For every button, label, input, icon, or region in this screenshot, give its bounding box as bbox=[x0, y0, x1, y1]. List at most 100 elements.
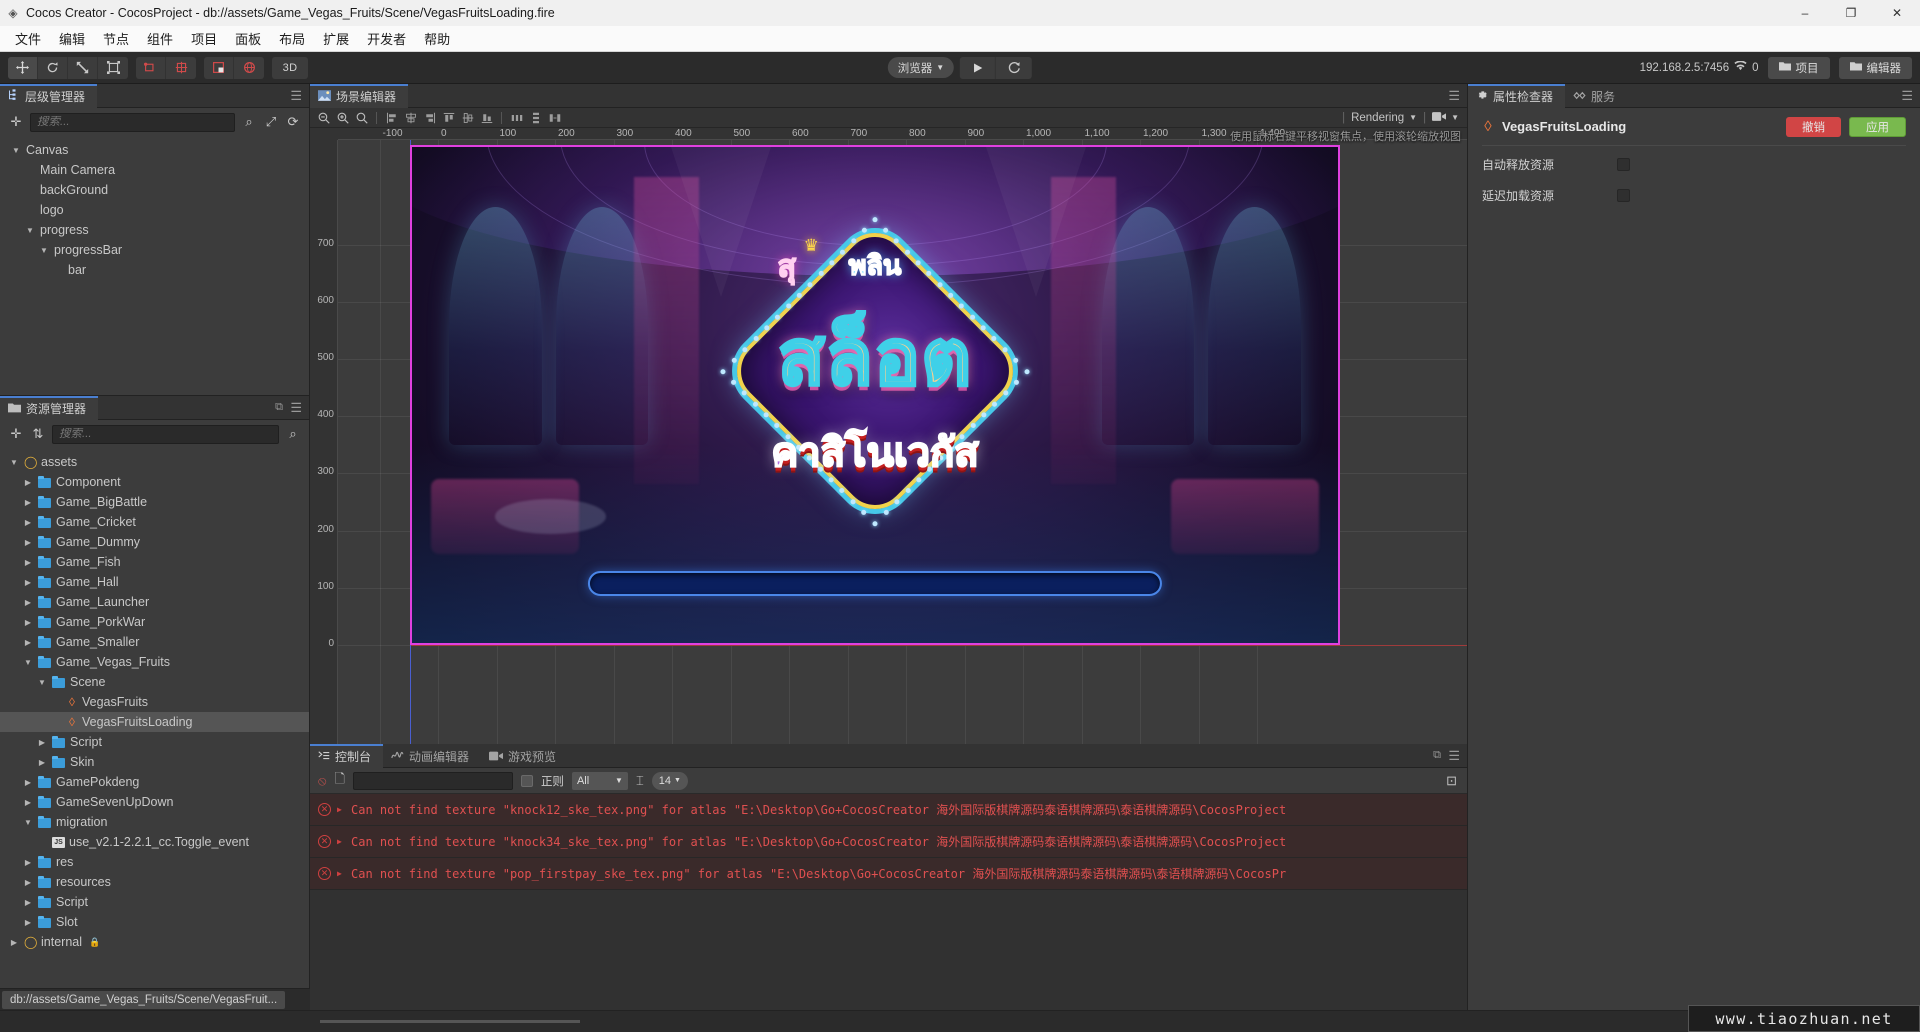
zoom-in-icon[interactable] bbox=[333, 109, 352, 127]
asset-item-skin[interactable]: ▶ Skin bbox=[0, 752, 309, 772]
chevron-right-icon[interactable]: ▶ bbox=[22, 498, 34, 507]
chevron-right-icon[interactable]: ▶ bbox=[22, 618, 34, 627]
hierarchy-menu-icon[interactable]: ☰ bbox=[290, 89, 302, 102]
font-size-icon[interactable]: ⌶ bbox=[636, 773, 644, 789]
scene-menu-icon[interactable]: ☰ bbox=[1448, 89, 1460, 102]
assets-copy-icon[interactable]: ⧉ bbox=[275, 401, 283, 414]
menu-node[interactable]: 节点 bbox=[94, 26, 138, 51]
tab-console[interactable]: 控制台 bbox=[310, 743, 384, 768]
menu-project[interactable]: 项目 bbox=[182, 26, 226, 51]
refresh-icon[interactable]: ⟳ bbox=[285, 114, 301, 130]
chevron-down-icon[interactable]: ▼ bbox=[10, 146, 22, 155]
tab-assets[interactable]: 资源管理器 bbox=[0, 395, 99, 420]
sort-icon[interactable]: ⇅ bbox=[30, 426, 46, 442]
chevron-down-icon[interactable]: ▼ bbox=[22, 818, 34, 827]
hierarchy-node-progressbar[interactable]: ▼ progressBar bbox=[0, 240, 309, 260]
chevron-right-icon[interactable]: ▶ bbox=[22, 598, 34, 607]
chevron-right-icon[interactable]: ▶ bbox=[22, 898, 34, 907]
font-size-select[interactable]: 14 ▼ bbox=[651, 771, 688, 790]
menu-developer[interactable]: 开发者 bbox=[358, 26, 415, 51]
asset-item-game-bigbattle[interactable]: ▶ Game_BigBattle bbox=[0, 492, 309, 512]
asset-item-assets[interactable]: ▼ ◯ assets bbox=[0, 452, 309, 472]
asset-item-script[interactable]: ▶ Script bbox=[0, 892, 309, 912]
tab-scene-editor[interactable]: 场景编辑器 bbox=[310, 83, 409, 108]
inspector-menu-icon[interactable]: ☰ bbox=[1901, 89, 1913, 102]
rendering-dropdown[interactable]: Rendering ▼ bbox=[1351, 112, 1417, 124]
chevron-down-icon[interactable]: ▼ bbox=[38, 246, 50, 255]
scale-tool-icon[interactable] bbox=[68, 56, 98, 79]
console-menu-icon[interactable]: ☰ bbox=[1448, 749, 1460, 762]
distribute-v-icon[interactable] bbox=[526, 109, 545, 127]
regex-checkbox[interactable] bbox=[520, 774, 533, 787]
chevron-right-icon[interactable]: ▶ bbox=[337, 837, 345, 846]
asset-item-gamepokdeng[interactable]: ▶ GamePokdeng bbox=[0, 772, 309, 792]
rotate-tool-icon[interactable] bbox=[38, 56, 68, 79]
asset-item-game-cricket[interactable]: ▶ Game_Cricket bbox=[0, 512, 309, 532]
menu-edit[interactable]: 编辑 bbox=[50, 26, 94, 51]
chevron-down-icon[interactable]: ▼ bbox=[36, 678, 48, 687]
3d-toggle-button[interactable]: 3D bbox=[272, 57, 308, 79]
asset-item-use-v2-1-2-2-1-cc-toggle-event[interactable]: ▶JSuse_v2.1-2.2.1_cc.Toggle_event bbox=[0, 832, 309, 852]
tab-hierarchy[interactable]: 层级管理器 bbox=[0, 83, 98, 108]
menu-help[interactable]: 帮助 bbox=[415, 26, 459, 51]
collapse-icon[interactable]: ⊡ bbox=[1446, 773, 1457, 789]
asset-item-resources[interactable]: ▶ resources bbox=[0, 872, 309, 892]
preview-target-dropdown[interactable]: 浏览器 ▼ bbox=[887, 57, 955, 78]
menu-panel[interactable]: 面板 bbox=[226, 26, 270, 51]
align-right-icon[interactable] bbox=[420, 109, 439, 127]
console-filter-input[interactable] bbox=[352, 771, 513, 790]
revert-button[interactable]: 撤销 bbox=[1786, 116, 1841, 137]
copy-icon[interactable]: 🗋 bbox=[334, 770, 344, 792]
asset-item-slot[interactable]: ▶ Slot bbox=[0, 912, 309, 932]
asset-item-res[interactable]: ▶ res bbox=[0, 852, 309, 872]
scene-canvas[interactable]: ♛ สุ พลิน สล็อต คาสิโนเวกัส bbox=[410, 145, 1340, 645]
close-button[interactable]: ✕ bbox=[1874, 0, 1920, 26]
chevron-down-icon[interactable]: ▼ bbox=[22, 658, 34, 667]
add-node-button[interactable]: ✛ bbox=[8, 114, 24, 130]
editor-settings-button[interactable]: 编辑器 bbox=[1838, 56, 1912, 79]
asset-item-internal[interactable]: ▶ ◯ internal 🔒 bbox=[0, 932, 309, 952]
chevron-right-icon[interactable]: ▶ bbox=[36, 738, 48, 747]
asset-item-migration[interactable]: ▼ migration bbox=[0, 812, 309, 832]
assets-menu-icon[interactable]: ☰ bbox=[290, 401, 302, 414]
align-top-icon[interactable] bbox=[439, 109, 458, 127]
hierarchy-search-box[interactable] bbox=[30, 112, 235, 132]
chevron-right-icon[interactable]: ▶ bbox=[22, 858, 34, 867]
global-coord-tool-icon[interactable] bbox=[234, 57, 264, 79]
chevron-right-icon[interactable]: ▶ bbox=[337, 805, 345, 814]
console-copy-icon[interactable]: ⧉ bbox=[1433, 749, 1441, 762]
chevron-right-icon[interactable]: ▶ bbox=[22, 538, 34, 547]
chevron-right-icon[interactable]: ▶ bbox=[22, 638, 34, 647]
tab-inspector[interactable]: 属性检查器 bbox=[1468, 83, 1566, 108]
property-checkbox[interactable] bbox=[1617, 188, 1630, 202]
asset-item-component[interactable]: ▶ Component bbox=[0, 472, 309, 492]
clear-icon[interactable]: ⦸ bbox=[318, 773, 326, 789]
tab-services[interactable]: 服务 bbox=[1565, 84, 1627, 108]
distribute-h-icon[interactable] bbox=[507, 109, 526, 127]
refresh-icon[interactable] bbox=[996, 57, 1032, 79]
console-message-row[interactable]: ✕ ▶ Can not find texture "knock34_ske_tex.… bbox=[310, 826, 1467, 858]
chevron-right-icon[interactable]: ▶ bbox=[22, 478, 34, 487]
tab-animation-editor[interactable]: 动画编辑器 bbox=[383, 744, 481, 768]
pivot-center-tool-icon[interactable] bbox=[166, 57, 196, 79]
assets-search-input[interactable] bbox=[59, 428, 272, 440]
chevron-down-icon[interactable]: ▼ bbox=[24, 226, 36, 235]
menu-layout[interactable]: 布局 bbox=[270, 26, 314, 51]
chevron-right-icon[interactable]: ▶ bbox=[22, 518, 34, 527]
hierarchy-node-bar[interactable]: ▶bar bbox=[0, 260, 309, 280]
scene-viewport[interactable]: 700 600 500 400 300 200 100 0 -100 0 100 200 300 400… bbox=[310, 128, 1467, 744]
expand-icon[interactable]: ⤢ bbox=[263, 114, 279, 130]
chevron-right-icon[interactable]: ▶ bbox=[22, 778, 34, 787]
hierarchy-node-canvas[interactable]: ▼ Canvas bbox=[0, 140, 309, 160]
tab-game-preview[interactable]: 游戏预览 bbox=[481, 744, 568, 768]
asset-item-game-hall[interactable]: ▶ Game_Hall bbox=[0, 572, 309, 592]
hierarchy-search-input[interactable] bbox=[37, 116, 228, 128]
chevron-right-icon[interactable]: ▶ bbox=[22, 558, 34, 567]
chevron-right-icon[interactable]: ▶ bbox=[22, 798, 34, 807]
chevron-right-icon[interactable]: ▶ bbox=[8, 938, 20, 947]
minimize-button[interactable]: – bbox=[1782, 0, 1828, 26]
distribute-gap-icon[interactable] bbox=[545, 109, 564, 127]
assets-search-box[interactable] bbox=[52, 424, 279, 444]
align-middle-v-icon[interactable] bbox=[458, 109, 477, 127]
local-coord-tool-icon[interactable] bbox=[204, 56, 234, 79]
